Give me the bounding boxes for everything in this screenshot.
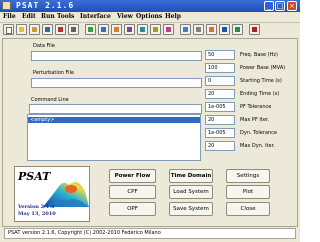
max-dyn-iter-input[interactable]: 20	[205, 141, 235, 151]
plot-icon[interactable]	[180, 24, 191, 35]
opf-icon[interactable]	[111, 24, 122, 35]
message-listbox[interactable]: <empty>	[27, 114, 201, 161]
data-file-label: Data File	[33, 43, 55, 49]
theme-icon[interactable]	[206, 24, 217, 35]
time-domain-button[interactable]: Time Domain	[169, 169, 213, 183]
menu-options[interactable]: Options	[136, 12, 162, 22]
about-icon[interactable]	[232, 24, 243, 35]
toolbar	[0, 23, 300, 37]
settings-button[interactable]: Settings	[226, 169, 270, 183]
ending-time-label: Ending Time (s)	[240, 91, 280, 97]
ending-time-input[interactable]: 20	[205, 89, 235, 99]
perturbation-file-label: Perturbation File	[33, 70, 74, 76]
command-line-label: Command Line	[31, 97, 69, 103]
power-flow-icon[interactable]	[85, 24, 96, 35]
save-system-button[interactable]: Save System	[169, 202, 213, 216]
max-pf-iter-input[interactable]: 20	[205, 115, 235, 125]
lib-icon[interactable]	[163, 24, 174, 35]
menu-file[interactable]: File	[3, 12, 16, 22]
max-pf-iter-label: Max PF Iter.	[240, 117, 270, 123]
max-dyn-iter-label: Max Dyn. Iter.	[240, 143, 275, 149]
menu-edit[interactable]: Edit	[22, 12, 36, 22]
menu-bar: File Edit Run Tools Interface View Optio…	[0, 12, 300, 23]
small-signal-icon[interactable]	[137, 24, 148, 35]
freq-base-label: Freq. Base (Hz)	[240, 52, 278, 58]
opf-button[interactable]: OPF	[109, 202, 156, 216]
logo-version: Version 2.1.6	[18, 204, 55, 210]
snb-icon[interactable]	[150, 24, 161, 35]
psat-main-window: PSAT 2.1.6 _ □ × File Edit Run Tools Int…	[0, 0, 300, 242]
window-title: PSAT 2.1.6	[16, 1, 75, 10]
menu-tools[interactable]: Tools	[57, 12, 74, 22]
close-button[interactable]: Close	[226, 202, 270, 216]
pf-tolerance-input[interactable]: 1e-005	[205, 102, 235, 112]
dyn-tolerance-input[interactable]: 1e-005	[205, 128, 235, 138]
menu-run[interactable]: Run	[41, 12, 55, 22]
time-domain-icon[interactable]	[124, 24, 135, 35]
close-file-icon[interactable]	[55, 24, 66, 35]
exit-icon[interactable]	[249, 24, 260, 35]
report-icon[interactable]	[193, 24, 204, 35]
pf-tolerance-label: PF Tolerance	[240, 104, 272, 110]
menu-view[interactable]: View	[117, 12, 133, 22]
menu-interface[interactable]: Interface	[80, 12, 111, 22]
save-icon[interactable]	[42, 24, 53, 35]
maximize-icon[interactable]: □	[275, 1, 285, 11]
help-icon[interactable]	[219, 24, 230, 35]
starting-time-input[interactable]: 0	[205, 76, 235, 86]
open-file-icon[interactable]	[16, 24, 27, 35]
settings-icon[interactable]	[68, 24, 79, 35]
status-bar: PSAT version 2.1.6, Copyright (C) 2002-2…	[4, 228, 296, 239]
new-file-icon[interactable]	[3, 24, 14, 35]
open-perturbation-icon[interactable]	[29, 24, 40, 35]
power-base-label: Power Base (MVA)	[240, 65, 286, 71]
title-bar[interactable]: PSAT 2.1.6 _ □ ×	[0, 0, 300, 12]
data-file-field[interactable]	[31, 51, 202, 61]
list-item-selected[interactable]: <empty>	[28, 117, 200, 123]
freq-base-input[interactable]: 50	[205, 50, 235, 60]
logo-title: PSAT	[18, 170, 51, 183]
plot-button[interactable]: Plot	[226, 185, 270, 199]
perturbation-file-field[interactable]	[31, 78, 202, 88]
menu-help[interactable]: Help	[165, 12, 181, 22]
power-flow-button[interactable]: Power Flow	[109, 169, 156, 183]
psat-logo: PSAT Version 2.1.6 May 13, 2010	[14, 166, 90, 222]
logo-date: May 13, 2010	[18, 211, 56, 217]
close-window-icon[interactable]: ×	[287, 1, 297, 11]
load-system-button[interactable]: Load System	[169, 185, 213, 199]
minimize-icon[interactable]: _	[264, 1, 274, 11]
cpf-button[interactable]: CPF	[109, 185, 156, 199]
command-line-input[interactable]	[29, 104, 202, 114]
starting-time-label: Starting Time (s)	[240, 78, 282, 84]
app-icon	[2, 1, 11, 10]
continuation-icon[interactable]	[98, 24, 109, 35]
dyn-tolerance-label: Dyn. Tolerance	[240, 130, 277, 136]
power-base-input[interactable]: 100	[205, 63, 235, 73]
